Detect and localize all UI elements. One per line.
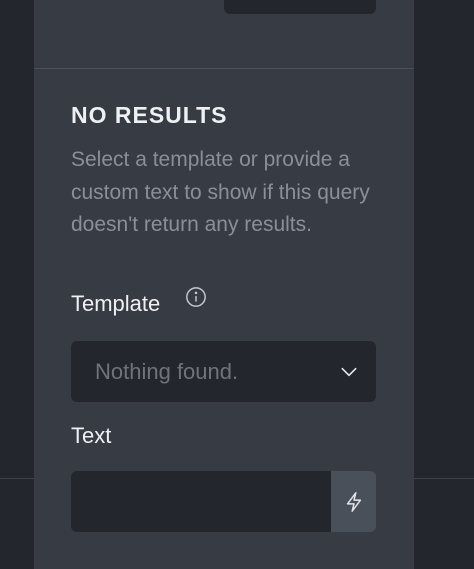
- background-divider-right: [414, 478, 474, 479]
- section-divider: [34, 68, 414, 69]
- custom-text-input[interactable]: [71, 471, 331, 532]
- section-description: Select a template or provide a custom te…: [71, 148, 370, 236]
- template-label: Template: [71, 291, 161, 316]
- background-right: [414, 0, 474, 569]
- lightning-bolt-icon: [343, 490, 365, 514]
- text-label: Text: [71, 423, 112, 448]
- settings-panel: NO RESULTS Select a template or provide …: [34, 0, 414, 569]
- background-divider-left: [0, 478, 34, 479]
- section-title: NO RESULTS: [71, 102, 228, 128]
- dynamic-value-button[interactable]: [331, 471, 376, 532]
- chevron-down-icon: [339, 362, 359, 382]
- template-select[interactable]: Nothing found.: [71, 341, 376, 402]
- previous-field[interactable]: [224, 0, 376, 14]
- info-icon[interactable]: [185, 286, 207, 308]
- template-select-placeholder: Nothing found.: [95, 359, 239, 384]
